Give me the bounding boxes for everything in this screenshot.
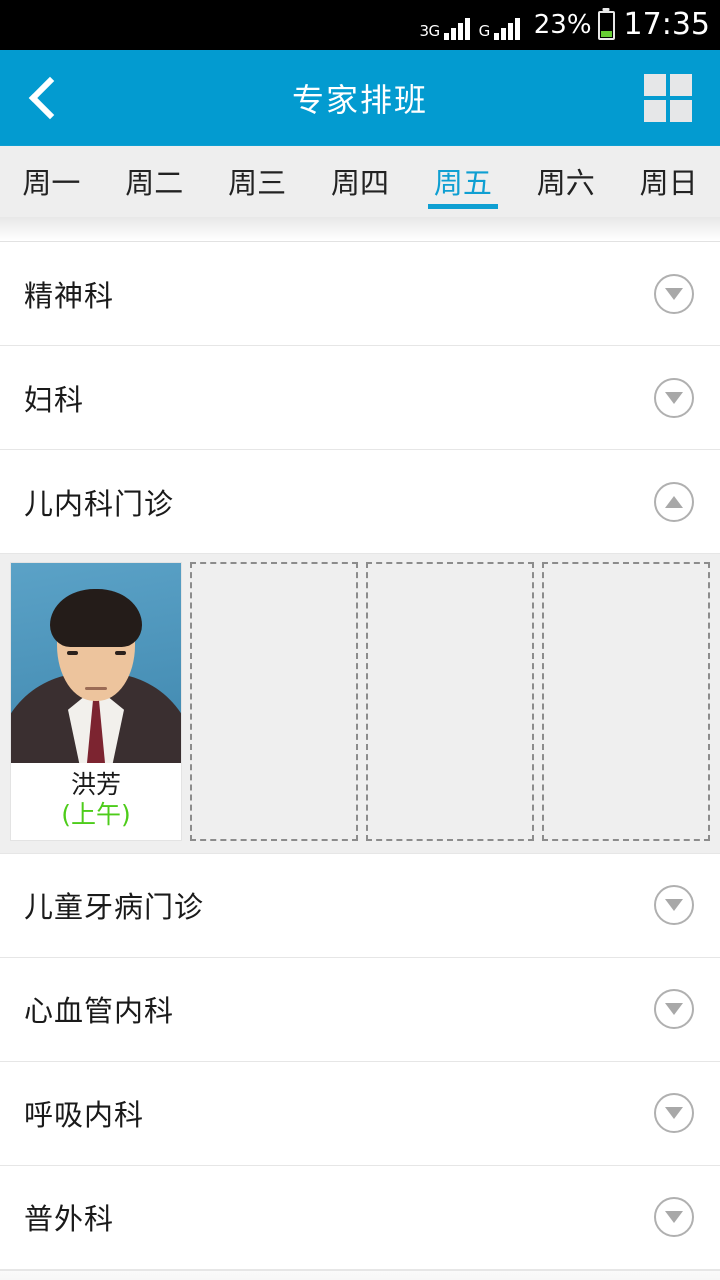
network-type-g-label: G — [478, 22, 491, 40]
tab-label: 周一 — [22, 166, 81, 200]
tab-underline — [634, 204, 704, 209]
department-row-cardiology[interactable]: 心血管内科 — [0, 957, 720, 1062]
chevron-down-circle-icon[interactable] — [654, 377, 694, 418]
schedule-slot-panel: 洪芳 (上午) — [0, 554, 720, 854]
doctor-portrait-photo — [11, 563, 181, 763]
department-name: 普外科 — [24, 1202, 115, 1237]
app-header: 专家排班 — [0, 50, 720, 145]
tab-label: 周四 — [331, 166, 390, 200]
department-name: 精神科 — [24, 278, 115, 313]
tab-underline — [531, 204, 601, 209]
empty-slot[interactable] — [542, 562, 710, 841]
tab-label: 周五 — [433, 166, 492, 200]
tab-label: 周三 — [228, 166, 287, 200]
empty-slot[interactable] — [366, 562, 534, 841]
doctor-period: (上午) — [61, 799, 131, 829]
department-row-pediatric-internal[interactable]: 儿内科门诊 — [0, 450, 720, 554]
chevron-down-circle-icon[interactable] — [654, 1093, 694, 1134]
tab-label: 周六 — [536, 166, 595, 200]
chevron-down-circle-icon[interactable] — [654, 885, 694, 926]
chevron-down-circle-icon[interactable] — [654, 1197, 694, 1238]
tab-label: 周日 — [639, 166, 698, 200]
tab-label: 周二 — [125, 166, 184, 200]
department-row-respiratory[interactable]: 呼吸内科 — [0, 1061, 720, 1166]
department-row-general-surgery[interactable]: 普外科 — [0, 1165, 720, 1270]
battery-percent-label: 23% — [533, 10, 592, 40]
signal-bars-icon — [442, 16, 470, 40]
department-name: 呼吸内科 — [24, 1098, 145, 1133]
tab-weekday-6[interactable]: 周日 — [617, 146, 720, 217]
tab-weekday-2[interactable]: 周三 — [206, 146, 309, 217]
network-type-3g-label: 3G — [419, 22, 440, 40]
chevron-up-circle-icon[interactable] — [654, 481, 694, 522]
tab-weekday-0[interactable]: 周一 — [0, 146, 103, 217]
doctor-label: 洪芳 (上午) — [11, 763, 181, 840]
chevron-down-circle-icon[interactable] — [654, 989, 694, 1030]
list-bottom-space — [0, 1269, 720, 1280]
tab-weekday-3[interactable]: 周四 — [309, 146, 412, 217]
page-title: 专家排班 — [291, 80, 428, 119]
signal-3g-indicator: 3G — [419, 10, 470, 40]
tabbar-shadow — [0, 217, 720, 242]
grid-view-icon[interactable] — [644, 73, 692, 122]
empty-slot[interactable] — [190, 562, 358, 841]
signal-g-indicator: G — [479, 10, 520, 40]
clock-label: 17:35 — [623, 7, 710, 42]
department-list: 精神科 妇科 儿内科门诊 洪芳 (上午) 儿童牙病门诊 心血管内科 呼吸内科 普… — [0, 242, 720, 1270]
tab-weekday-5[interactable]: 周六 — [514, 146, 617, 217]
department-row-pediatric-dental[interactable]: 儿童牙病门诊 — [0, 853, 720, 958]
tab-underline — [427, 204, 498, 209]
tab-weekday-4[interactable]: 周五 — [411, 146, 514, 217]
department-row-gynecology[interactable]: 妇科 — [0, 346, 720, 450]
doctor-name: 洪芳 — [70, 770, 121, 799]
tab-underline — [16, 204, 86, 209]
department-name: 儿内科门诊 — [24, 486, 175, 521]
tab-underline — [222, 204, 292, 209]
department-row-psychiatry[interactable]: 精神科 — [0, 242, 720, 346]
weekday-tabbar: 周一 周二 周三 周四 周五 周六 周日 — [0, 145, 720, 217]
signal-bars-icon — [492, 16, 520, 40]
tab-weekday-1[interactable]: 周二 — [103, 146, 206, 217]
department-name: 心血管内科 — [24, 994, 175, 1029]
status-bar: 3G G 23% 17:35 — [0, 0, 720, 50]
battery-icon — [597, 10, 615, 40]
doctor-card[interactable]: 洪芳 (上午) — [10, 562, 182, 841]
tab-underline — [325, 204, 395, 209]
chevron-down-circle-icon[interactable] — [654, 273, 694, 314]
tab-underline — [119, 204, 189, 209]
department-name: 妇科 — [24, 382, 85, 417]
department-name: 儿童牙病门诊 — [24, 890, 205, 925]
